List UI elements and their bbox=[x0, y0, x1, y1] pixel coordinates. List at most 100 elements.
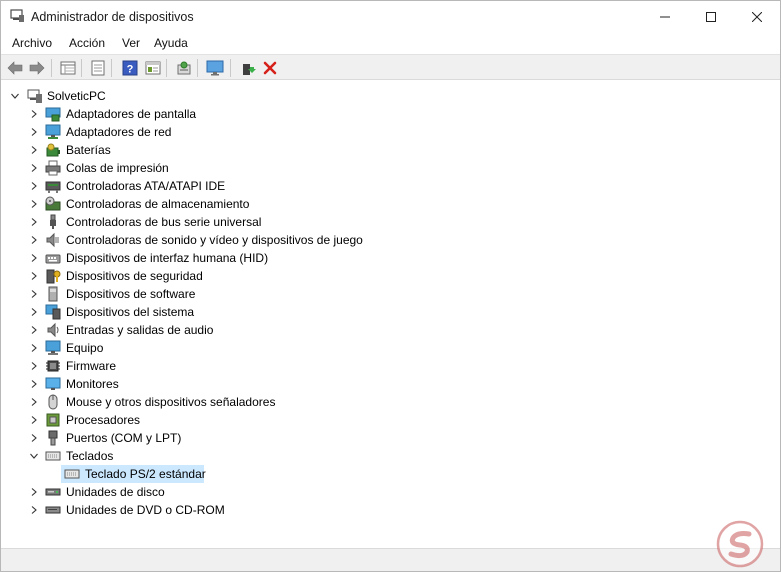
chevron-right-icon[interactable] bbox=[29, 199, 39, 209]
uninstall-button[interactable] bbox=[261, 59, 279, 77]
scan-hardware-icon bbox=[177, 61, 191, 75]
tree-item-adaptadores-red[interactable]: Adaptadores de red bbox=[1, 123, 780, 141]
scan-hardware-button[interactable] bbox=[175, 59, 193, 77]
forward-icon bbox=[29, 61, 45, 75]
chevron-right-icon[interactable] bbox=[29, 145, 39, 155]
minimize-icon bbox=[660, 16, 670, 17]
device-manager-window: Administrador de dispositivos Archivo Ac… bbox=[0, 0, 781, 572]
chevron-right-icon[interactable] bbox=[29, 217, 39, 227]
tree-item-procesadores[interactable]: Procesadores bbox=[1, 411, 780, 429]
battery-icon bbox=[46, 143, 60, 157]
monitor-icon bbox=[45, 377, 61, 390]
tree-item-label: Teclados bbox=[66, 449, 114, 463]
chevron-right-icon[interactable] bbox=[29, 289, 39, 299]
tree-item-firmware[interactable]: Firmware bbox=[1, 357, 780, 375]
tree-item-adaptadores-pantalla[interactable]: Adaptadores de pantalla bbox=[1, 105, 780, 123]
tree-item-audio-io[interactable]: Entradas y salidas de audio bbox=[1, 321, 780, 339]
chevron-right-icon[interactable] bbox=[29, 505, 39, 515]
tree-item-label: Colas de impresión bbox=[66, 161, 169, 175]
tree-item-monitores[interactable]: Monitores bbox=[1, 375, 780, 393]
system-device-icon bbox=[45, 304, 61, 320]
chevron-right-icon[interactable] bbox=[29, 415, 39, 425]
tree-item-controladoras-almacenamiento[interactable]: Controladoras de almacenamiento bbox=[1, 195, 780, 213]
usb-icon bbox=[50, 214, 56, 229]
sound-icon bbox=[46, 232, 59, 248]
tree-item-hid[interactable]: Dispositivos de interfaz humana (HID) bbox=[1, 249, 780, 267]
tree-item-label: Adaptadores de red bbox=[66, 125, 172, 139]
chevron-right-icon[interactable] bbox=[29, 487, 39, 497]
menu-accion[interactable]: Acción bbox=[69, 36, 105, 50]
tree-item-label: Dispositivos de software bbox=[66, 287, 196, 301]
chevron-right-icon[interactable] bbox=[29, 379, 39, 389]
chevron-right-icon[interactable] bbox=[29, 271, 39, 281]
help-button[interactable]: ? bbox=[121, 59, 139, 77]
tree-item-sistema[interactable]: Dispositivos del sistema bbox=[1, 303, 780, 321]
tree-item-mouse[interactable]: Mouse y otros dispositivos señaladores bbox=[1, 393, 780, 411]
chevron-right-icon[interactable] bbox=[29, 325, 39, 335]
monitor-button[interactable] bbox=[206, 59, 224, 77]
back-button[interactable] bbox=[6, 59, 24, 77]
tree-item-seguridad[interactable]: Dispositivos de seguridad bbox=[1, 267, 780, 285]
tree-child-teclado-ps2[interactable]: Teclado PS/2 estándar bbox=[1, 465, 780, 483]
tree-item-label: Monitores bbox=[66, 377, 119, 391]
tree-item-teclados[interactable]: Teclados bbox=[1, 447, 780, 465]
computer-root-icon bbox=[27, 89, 42, 103]
status-bar bbox=[1, 548, 780, 571]
tree-item-label: Dispositivos del sistema bbox=[66, 305, 195, 319]
tree-item-unidades-dvd[interactable]: Unidades de DVD o CD-ROM bbox=[1, 501, 780, 519]
tree-item-equipo[interactable]: Equipo bbox=[1, 339, 780, 357]
tree-item-label: Adaptadores de pantalla bbox=[66, 107, 197, 121]
console-icon bbox=[145, 61, 161, 75]
ide-controller-icon bbox=[45, 181, 61, 193]
chevron-right-icon[interactable] bbox=[29, 181, 39, 191]
chevron-right-icon[interactable] bbox=[29, 109, 39, 119]
update-driver-button[interactable] bbox=[239, 59, 257, 77]
menu-bar: Archivo Acción Ver Ayuda bbox=[1, 32, 780, 54]
chevron-right-icon[interactable] bbox=[29, 253, 39, 263]
tree-item-controladoras-usb[interactable]: Controladoras de bus serie universal bbox=[1, 213, 780, 231]
view-icon bbox=[91, 60, 105, 76]
properties-grid-button[interactable] bbox=[59, 59, 77, 77]
security-device-icon bbox=[46, 269, 61, 284]
chevron-right-icon[interactable] bbox=[29, 361, 39, 371]
back-icon bbox=[7, 61, 23, 75]
tree-item-label: Baterías bbox=[66, 143, 111, 157]
uninstall-icon bbox=[263, 61, 277, 75]
forward-button[interactable] bbox=[28, 59, 46, 77]
chevron-right-icon[interactable] bbox=[29, 397, 39, 407]
tree-item-software[interactable]: Dispositivos de software bbox=[1, 285, 780, 303]
tree-item-controladoras-ata[interactable]: Controladoras ATA/ATAPI IDE bbox=[1, 177, 780, 195]
minimize-button[interactable] bbox=[642, 1, 688, 32]
toolbar-separator bbox=[81, 59, 82, 77]
audio-io-icon bbox=[47, 322, 59, 338]
network-adapter-icon bbox=[45, 124, 61, 139]
tree-item-colas-impresion[interactable]: Colas de impresión bbox=[1, 159, 780, 177]
maximize-button[interactable] bbox=[688, 1, 734, 32]
chevron-right-icon[interactable] bbox=[29, 127, 39, 137]
menu-ayuda[interactable]: Ayuda bbox=[154, 36, 188, 50]
close-icon bbox=[752, 11, 762, 22]
close-button[interactable] bbox=[734, 1, 780, 32]
chevron-right-icon[interactable] bbox=[29, 235, 39, 245]
chevron-right-icon[interactable] bbox=[29, 307, 39, 317]
maximize-icon bbox=[706, 11, 716, 22]
update-driver-icon bbox=[243, 64, 256, 75]
tree-root-label: SolveticPC bbox=[47, 89, 106, 103]
tree-item-baterias[interactable]: Baterías bbox=[1, 141, 780, 159]
view-button[interactable] bbox=[89, 59, 107, 77]
chevron-right-icon[interactable] bbox=[29, 343, 39, 353]
chevron-down-icon[interactable] bbox=[29, 451, 39, 461]
chevron-down-icon[interactable] bbox=[10, 91, 20, 101]
mouse-icon bbox=[48, 394, 58, 410]
tree-item-controladoras-sonido[interactable]: Controladoras de sonido y vídeo y dispos… bbox=[1, 231, 780, 249]
chevron-right-icon[interactable] bbox=[29, 163, 39, 173]
chevron-right-icon[interactable] bbox=[29, 433, 39, 443]
tree-item-puertos[interactable]: Puertos (COM y LPT) bbox=[1, 429, 780, 447]
printer-icon bbox=[45, 160, 61, 176]
tree-item-label: Mouse y otros dispositivos señaladores bbox=[66, 395, 276, 409]
tree-root[interactable]: SolveticPC bbox=[1, 87, 780, 105]
menu-ver[interactable]: Ver bbox=[122, 36, 140, 50]
tree-item-unidades-disco[interactable]: Unidades de disco bbox=[1, 483, 780, 501]
console-button[interactable] bbox=[144, 59, 162, 77]
menu-archivo[interactable]: Archivo bbox=[12, 36, 52, 50]
